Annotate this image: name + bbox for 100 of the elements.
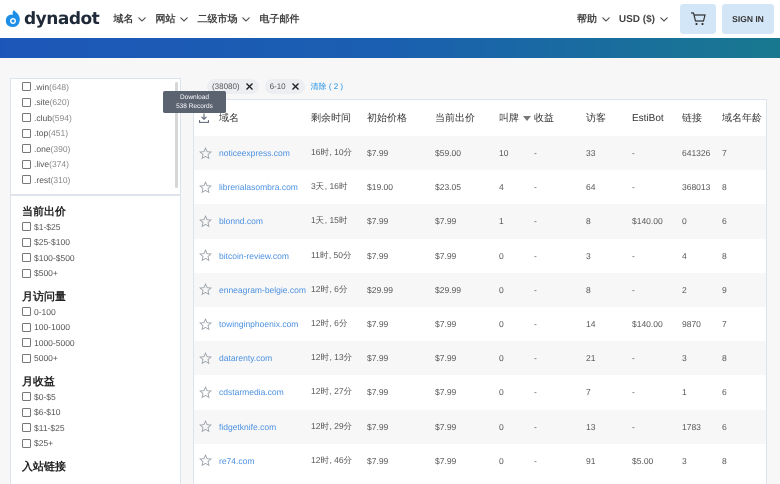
table-cell: - xyxy=(534,319,537,330)
star-icon[interactable] xyxy=(199,214,212,228)
checkbox[interactable] xyxy=(22,338,31,348)
table-cell: $7.99 xyxy=(367,148,388,158)
column-header[interactable]: 域名 xyxy=(219,111,239,125)
checkbox[interactable] xyxy=(22,408,31,417)
table-cell: 0 xyxy=(499,456,504,466)
option-label: .top(451) xyxy=(34,128,68,138)
table-cell: $7.99 xyxy=(367,387,388,398)
section-title: 入站链接 xyxy=(22,461,67,474)
checkbox[interactable] xyxy=(22,392,31,402)
star-icon[interactable] xyxy=(199,283,212,296)
close-icon[interactable] xyxy=(292,83,299,90)
section-title: 月收益 xyxy=(22,376,56,389)
star-icon[interactable] xyxy=(199,420,212,434)
checkbox[interactable] xyxy=(22,160,31,169)
checkbox[interactable] xyxy=(22,144,31,154)
nav-menu[interactable]: USD ($) xyxy=(618,12,668,26)
star-icon[interactable] xyxy=(199,318,212,331)
section-title: 当前出价 xyxy=(22,206,67,219)
star-icon[interactable] xyxy=(199,454,212,468)
star-icon[interactable] xyxy=(199,180,212,194)
table-cell: - xyxy=(534,182,537,192)
star-icon[interactable] xyxy=(199,146,212,160)
sign-in-button[interactable]: SIGN IN xyxy=(722,4,774,34)
column-header[interactable]: 剩余时间 xyxy=(311,111,351,125)
table-cell: 7 xyxy=(722,148,727,158)
star-icon[interactable] xyxy=(199,352,212,365)
star-icon[interactable] xyxy=(199,249,212,262)
checkbox[interactable] xyxy=(22,322,31,332)
close-icon[interactable] xyxy=(246,83,253,90)
checkbox[interactable] xyxy=(22,82,31,92)
table-cell: 3 xyxy=(586,250,591,261)
column-header[interactable]: 当前出价 xyxy=(435,111,475,125)
table-cell: 3 xyxy=(682,456,687,466)
nav-menu[interactable]: 域名 xyxy=(113,12,146,26)
checkbox[interactable] xyxy=(22,222,31,232)
checkbox[interactable] xyxy=(22,253,31,262)
logo-text[interactable]: dynadot xyxy=(24,9,100,29)
checkbox[interactable] xyxy=(22,438,31,448)
checkbox[interactable] xyxy=(22,238,31,247)
table-cell: 8 xyxy=(586,216,591,226)
checkbox[interactable] xyxy=(22,113,31,122)
star-icon[interactable] xyxy=(199,386,212,399)
table-cell: $7.99 xyxy=(435,456,456,466)
table-cell: $29.99 xyxy=(435,284,461,295)
table-cell: 0 xyxy=(499,387,504,398)
table-cell: 6 xyxy=(722,216,727,226)
table-cell: 0 xyxy=(499,250,504,261)
nav-menu[interactable]: 二级市场 xyxy=(197,12,250,26)
column-header[interactable]: 域名年龄 xyxy=(722,111,762,125)
checkbox[interactable] xyxy=(22,128,31,138)
filter-chip[interactable]: (38080) xyxy=(207,79,259,94)
table-cell: $140.00 xyxy=(632,216,663,226)
column-header[interactable]: 收益 xyxy=(534,111,554,125)
column-header[interactable]: EstiBot xyxy=(632,112,664,124)
table-cell: - xyxy=(534,250,537,261)
column-header[interactable]: 链接 xyxy=(682,111,702,125)
checkbox[interactable] xyxy=(22,98,31,107)
table-cell: $7.99 xyxy=(367,319,388,330)
table-cell: $7.99 xyxy=(367,250,388,261)
option-label: .one(390) xyxy=(34,144,70,154)
column-header[interactable]: 访客 xyxy=(586,111,606,125)
table-cell: 64 xyxy=(586,182,596,192)
nav-menu[interactable]: 网站 xyxy=(155,12,188,26)
column-header[interactable]: 初始价格 xyxy=(367,111,407,125)
table-cell: 21 xyxy=(586,353,596,364)
table-cell: $7.99 xyxy=(367,422,388,432)
cart-button[interactable] xyxy=(680,4,716,34)
download-icon[interactable] xyxy=(199,113,209,123)
table-cell: 0 xyxy=(499,422,504,432)
checkbox[interactable] xyxy=(22,268,31,278)
option-label: .club(594) xyxy=(34,112,72,123)
table-cell: - xyxy=(534,148,537,158)
checkbox[interactable] xyxy=(22,175,31,184)
table-cell: 0 xyxy=(499,319,504,330)
table-cell: 1天, 15时 xyxy=(311,215,348,226)
option-label: $500+ xyxy=(34,268,58,278)
table-cell: $7.99 xyxy=(367,456,388,466)
checkbox[interactable] xyxy=(22,423,31,432)
checkbox[interactable] xyxy=(22,354,31,363)
table-cell: 14 xyxy=(586,319,596,330)
table-cell: $7.99 xyxy=(435,353,456,364)
option-label: $100-$500 xyxy=(34,252,75,263)
nav-menu[interactable]: 电子邮件 xyxy=(259,12,300,26)
table-cell: $23.05 xyxy=(435,182,461,192)
option-label: .win(648) xyxy=(34,82,69,92)
table-cell: 1 xyxy=(682,387,687,398)
column-header[interactable]: 叫牌 xyxy=(499,111,531,125)
table-cell: $7.99 xyxy=(435,319,456,330)
table-cell: 12时, 6分 xyxy=(311,318,348,328)
table-cell: 3天, 16时 xyxy=(311,181,348,192)
table-cell: 1783 xyxy=(682,422,701,432)
table-cell: 8 xyxy=(722,353,727,364)
filter-chip[interactable]: 6-10 xyxy=(264,79,305,94)
checkbox[interactable] xyxy=(22,307,31,316)
nav-menu[interactable]: 帮助 xyxy=(576,12,610,26)
table-cell: - xyxy=(534,422,537,432)
option-label: 1000-5000 xyxy=(34,338,75,348)
logo-icon[interactable] xyxy=(5,10,21,28)
